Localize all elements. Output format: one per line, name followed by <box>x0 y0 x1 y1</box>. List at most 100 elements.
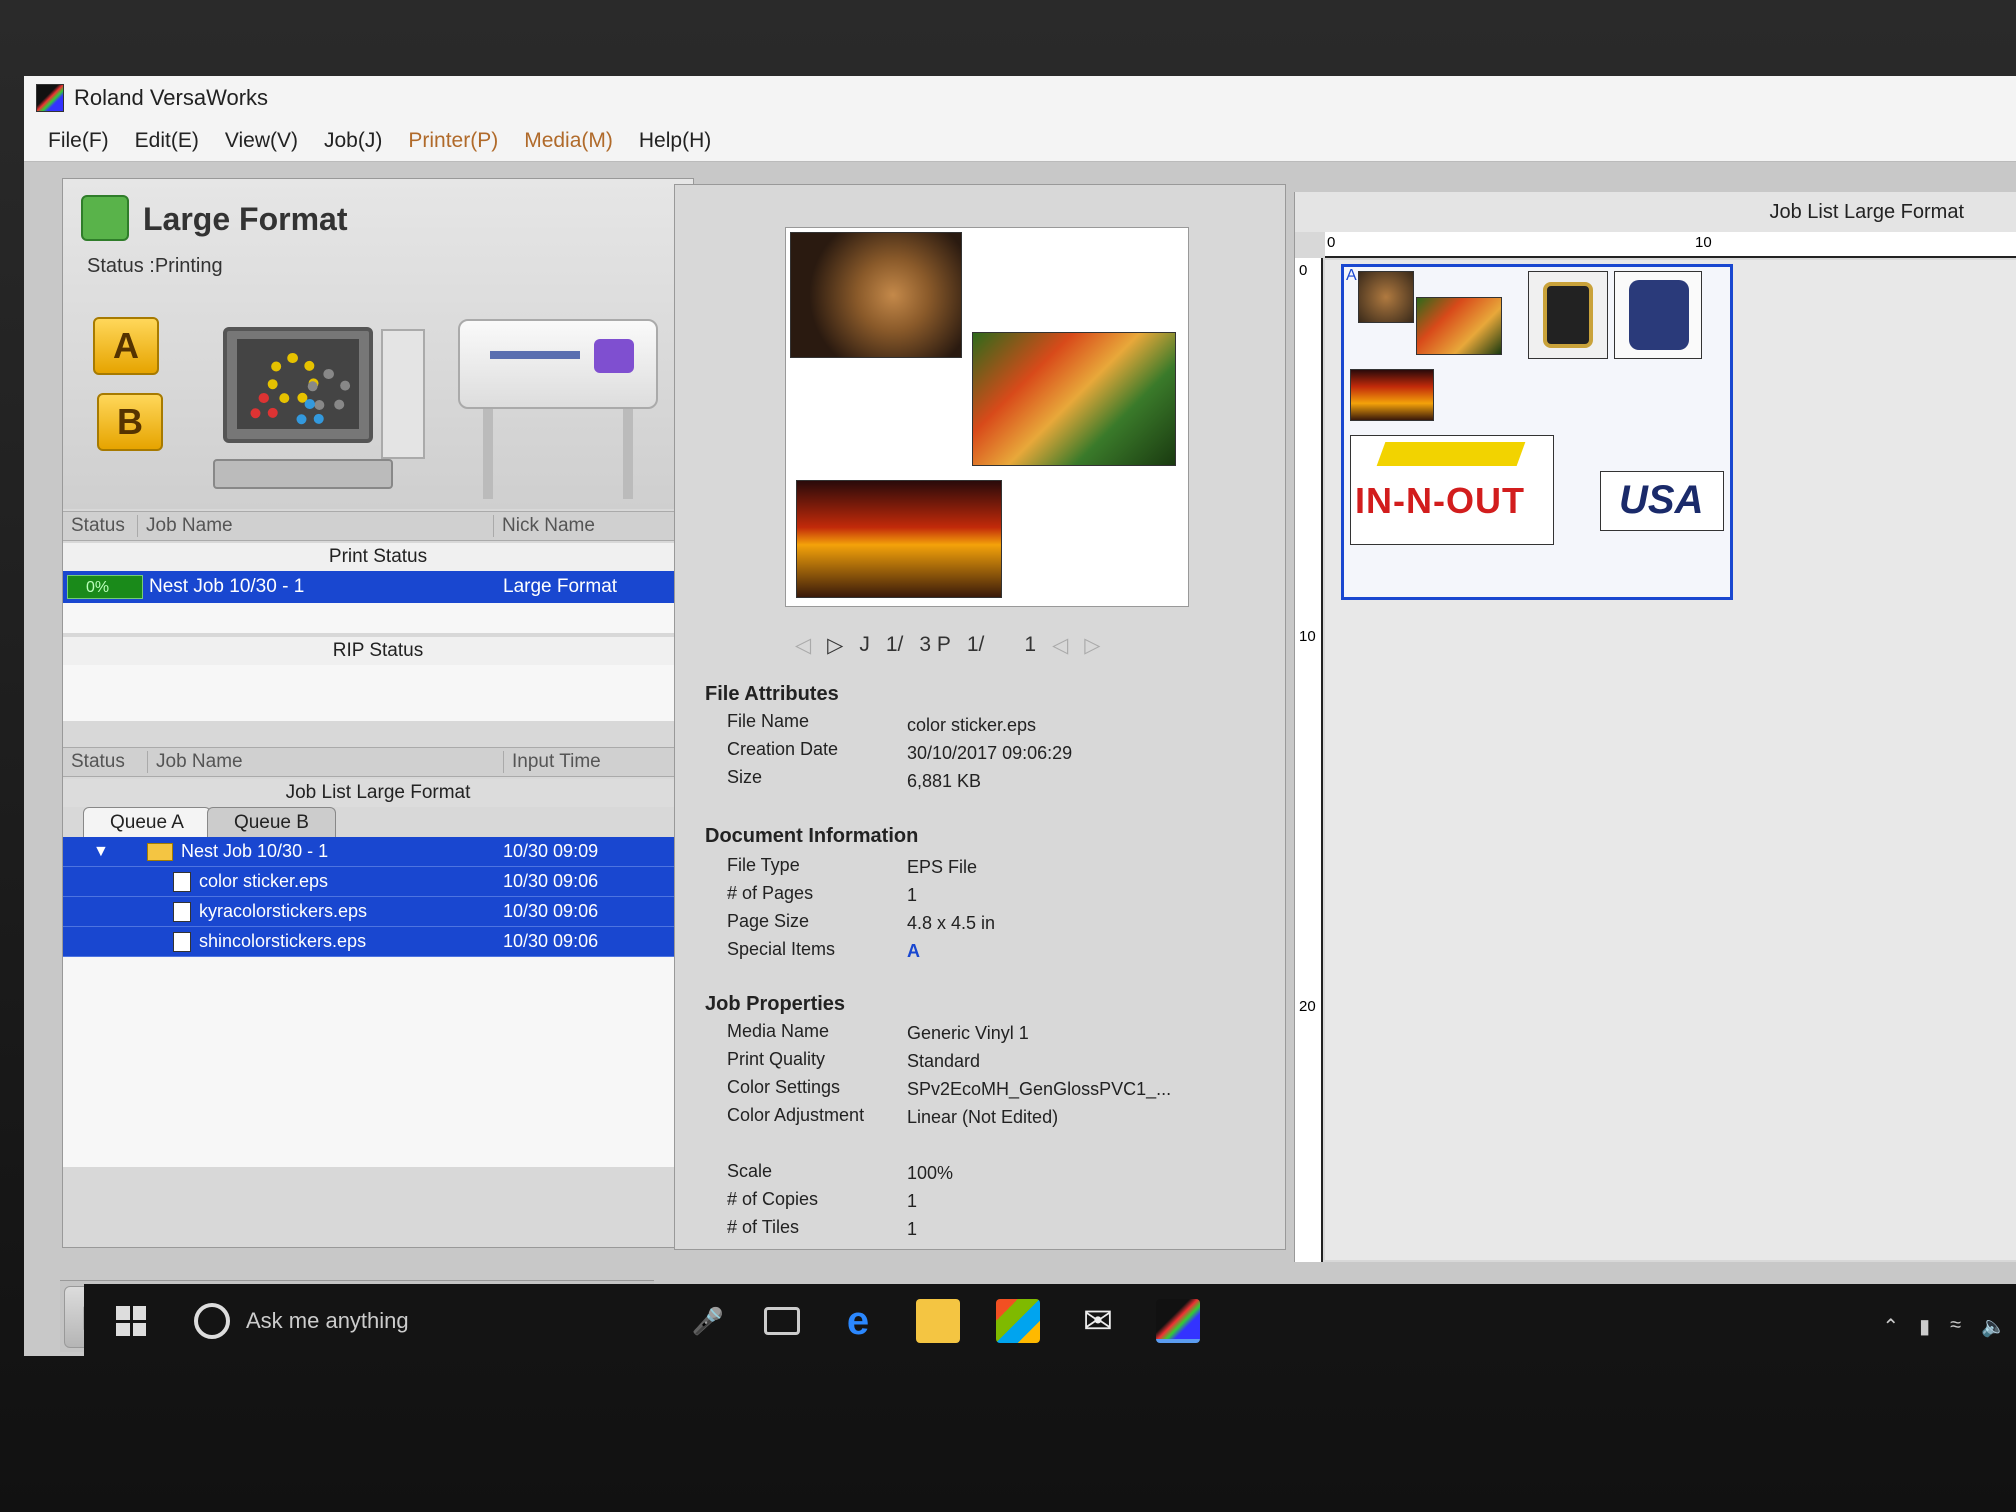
menu-media[interactable]: Media(M) <box>524 129 613 153</box>
menu-job[interactable]: Job(J) <box>324 129 382 153</box>
attr-value: 1 <box>907 1219 918 1239</box>
layout-sticker-badge[interactable] <box>1528 271 1608 359</box>
pager-pages: 3 P <box>919 633 951 656</box>
jl-col-input-time[interactable]: Input Time <box>503 751 601 773</box>
expand-toggle-icon[interactable]: ▼ <box>93 843 109 861</box>
task-view-icon[interactable] <box>764 1307 800 1335</box>
crest-shape <box>1629 280 1689 350</box>
job-properties-heading: Job Properties <box>705 993 846 1015</box>
layout-sticker-crest[interactable] <box>1614 271 1702 359</box>
attr-key: Color Settings <box>727 1077 841 1097</box>
layout-sunset[interactable] <box>1350 369 1434 421</box>
rip-computer-screen <box>237 339 359 429</box>
battery-icon[interactable]: ▮ <box>1919 1314 1930 1339</box>
eps-file-icon <box>173 931 191 952</box>
layout-squirrel[interactable] <box>1358 271 1414 323</box>
nest-area[interactable]: A IN-N-OUT USA <box>1341 264 1733 600</box>
gear-icon <box>249 393 279 423</box>
special-items-icon: A <box>907 941 920 961</box>
jl-col-job-name[interactable]: Job Name <box>147 751 503 773</box>
job-list-row-name: kyracolorstickers.eps <box>173 901 367 922</box>
pager-job-pos: 1/ <box>885 633 904 656</box>
queue-b-label: B <box>117 401 143 442</box>
jl-col-status[interactable]: Status <box>63 751 147 773</box>
windows-taskbar: Ask me anything 🎤 e ✉ ⌃ ▮ ≈ 🔈 <box>84 1284 2016 1358</box>
printer-panel: Large Format Status :Printing A B Status… <box>62 178 694 1248</box>
next-job-icon[interactable]: ▷ <box>827 633 843 658</box>
queue-a-button[interactable]: A <box>93 317 159 375</box>
file-attributes-heading: File Attributes <box>705 683 839 705</box>
attr-value: 6,881 KB <box>907 771 982 791</box>
keyboard-icon <box>213 459 393 489</box>
job-list-row[interactable]: shincolorstickers.eps 10/30 09:06 <box>63 927 693 957</box>
job-list-row-label: color sticker.eps <box>199 871 329 891</box>
windows-start-icon[interactable] <box>116 1306 146 1336</box>
menu-help[interactable]: Help(H) <box>639 129 711 153</box>
layout-foliage[interactable] <box>1416 297 1502 355</box>
job-list-row-time: 10/30 09:09 <box>503 841 599 861</box>
tab-queue-b[interactable]: Queue B <box>206 807 336 837</box>
attr-value: 30/10/2017 09:06:29 <box>907 743 1073 763</box>
col-job-name[interactable]: Job Name <box>137 515 493 537</box>
versaworks-taskbar-icon[interactable] <box>1156 1299 1200 1343</box>
job-list-row-label: Nest Job 10/30 - 1 <box>181 841 329 861</box>
chevron-up-icon[interactable]: ⌃ <box>1882 1314 1899 1339</box>
store-icon[interactable] <box>996 1299 1040 1343</box>
attr-value: Standard <box>907 1051 981 1071</box>
mail-icon[interactable]: ✉ <box>1076 1299 1120 1343</box>
menu-printer[interactable]: Printer(P) <box>408 129 498 153</box>
col-nick-name[interactable]: Nick Name <box>493 515 595 537</box>
queue-b-button[interactable]: B <box>97 393 163 451</box>
attr-key: Creation Date <box>727 739 839 759</box>
printer-icon[interactable] <box>458 319 658 409</box>
pager-page-total: 1 <box>1024 633 1037 656</box>
folder-icon <box>147 842 173 861</box>
rip-computer-icon[interactable] <box>223 327 373 443</box>
prev-job-icon[interactable]: ◁ <box>795 633 811 658</box>
ruler-top-tick: 0 <box>1327 234 1336 251</box>
job-list-row-time: 10/30 09:06 <box>503 931 599 951</box>
layout-usa[interactable]: USA <box>1600 471 1724 531</box>
ruler-left-tick: 0 <box>1299 262 1308 279</box>
microphone-icon[interactable]: 🎤 <box>692 1306 724 1337</box>
in-n-out-text: IN-N-OUT <box>1355 480 1525 521</box>
attr-key: Special Items <box>727 939 836 959</box>
edge-browser-icon[interactable]: e <box>836 1299 880 1343</box>
job-list-row[interactable]: ▼ Nest Job 10/30 - 1 10/30 09:09 <box>63 837 693 867</box>
printer-logo <box>594 339 634 373</box>
print-job-name: Nest Job 10/30 - 1 <box>149 576 305 597</box>
system-tray: ⌃ ▮ ≈ 🔈 <box>1882 1314 2006 1339</box>
print-progress: 0% <box>67 575 143 599</box>
menu-edit[interactable]: Edit(E) <box>135 129 199 153</box>
file-explorer-icon[interactable] <box>916 1299 960 1343</box>
col-status[interactable]: Status <box>63 515 137 537</box>
screen: Roland VersaWorks File(F) Edit(E) View(V… <box>24 76 2016 1356</box>
volume-icon[interactable]: 🔈 <box>1981 1314 2006 1339</box>
next-page-icon[interactable]: ▷ <box>1084 633 1100 658</box>
cortana-search[interactable]: Ask me anything 🎤 <box>194 1291 754 1351</box>
title-bar: Roland VersaWorks <box>24 76 2016 120</box>
job-list-title: Job List Large Format <box>63 779 693 807</box>
job-list-row[interactable]: kyracolorstickers.eps 10/30 09:06 <box>63 897 693 927</box>
pc-tower-icon <box>381 329 425 459</box>
layout-canvas[interactable]: A IN-N-OUT USA <box>1325 260 2016 1260</box>
prev-page-icon[interactable]: ◁ <box>1052 633 1068 658</box>
attr-value: 1 <box>907 885 918 905</box>
menu-file[interactable]: File(F) <box>48 129 109 153</box>
job-list-row[interactable]: color sticker.eps 10/30 09:06 <box>63 867 693 897</box>
attr-key: Color Adjustment <box>727 1105 865 1125</box>
attr-value: 100% <box>907 1163 954 1183</box>
ruler-top: 0 10 <box>1325 232 2016 258</box>
attr-key: Size <box>727 767 763 787</box>
nest-label: A <box>1346 267 1357 284</box>
attr-key: # of Tiles <box>727 1217 800 1237</box>
foliage-thumbnail <box>972 332 1176 466</box>
tab-queue-a[interactable]: Queue A <box>83 807 211 837</box>
queue-a-label: A <box>113 325 139 366</box>
menu-view[interactable]: View(V) <box>225 129 298 153</box>
layout-in-n-out[interactable]: IN-N-OUT <box>1350 435 1554 545</box>
attr-key: File Type <box>727 855 800 875</box>
wifi-icon[interactable]: ≈ <box>1950 1314 1961 1339</box>
print-job-row[interactable]: 0% Nest Job 10/30 - 1 Large Format <box>63 571 693 603</box>
job-preview <box>785 227 1189 607</box>
